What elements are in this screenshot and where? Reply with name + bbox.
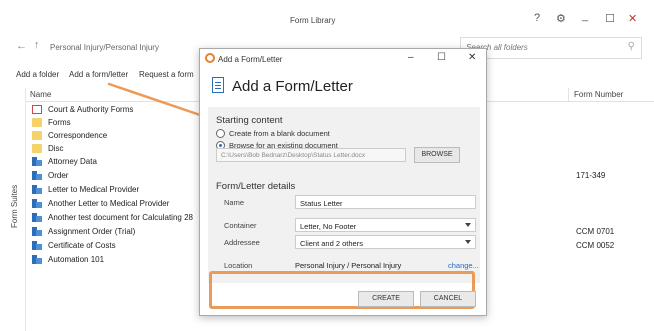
list-item-label: Another Letter to Medical Provider bbox=[48, 199, 170, 208]
minimize-button[interactable]: _ bbox=[582, 10, 588, 22]
list-item-label: Another test document for Calculating 28 bbox=[48, 213, 193, 222]
dialog-title-bar: Add a Form/Letter – ☐ ✕ bbox=[200, 49, 486, 69]
list-item-label: Assignment Order (Trial) bbox=[48, 227, 136, 236]
dialog-maximize-button[interactable]: ☐ bbox=[437, 52, 446, 63]
document-icon bbox=[32, 241, 42, 250]
close-button[interactable]: ✕ bbox=[628, 12, 637, 25]
column-header-name[interactable]: Name bbox=[30, 90, 51, 99]
dialog-close-button[interactable]: ✕ bbox=[468, 52, 476, 63]
chevron-down-icon[interactable] bbox=[465, 240, 471, 244]
title-bar: Form Library ? ⚙ _ ☐ ✕ bbox=[0, 0, 654, 34]
container-label: Container bbox=[224, 221, 257, 230]
browse-button[interactable]: BROWSE bbox=[414, 147, 460, 163]
location-value: Personal Injury / Personal Injury bbox=[295, 261, 402, 270]
document-icon bbox=[212, 77, 224, 93]
list-item-label: Letter to Medical Provider bbox=[48, 185, 140, 194]
help-icon[interactable]: ? bbox=[534, 12, 540, 24]
document-icon bbox=[32, 185, 42, 194]
list-item-label: Forms bbox=[48, 118, 71, 127]
folder-icon bbox=[32, 144, 42, 153]
folder-icon bbox=[32, 118, 42, 127]
request-form-button[interactable]: Request a form bbox=[139, 70, 194, 79]
list-item-label: Order bbox=[48, 171, 69, 180]
radio-circle-icon[interactable] bbox=[216, 129, 225, 138]
folder-icon bbox=[32, 131, 42, 140]
name-label: Name bbox=[224, 198, 245, 207]
column-divider bbox=[568, 88, 569, 102]
list-item-label: Correspondence bbox=[48, 131, 108, 140]
list-item-label: Automation 101 bbox=[48, 255, 105, 264]
document-icon bbox=[32, 199, 42, 208]
location-label: Location bbox=[224, 261, 253, 270]
list-item-form-number: CCM 0701 bbox=[576, 227, 615, 236]
back-arrow-icon[interactable]: ← bbox=[16, 40, 27, 52]
dialog-minimize-button[interactable]: – bbox=[408, 52, 414, 63]
document-icon bbox=[32, 157, 42, 166]
add-form-letter-dialog: Add a Form/Letter – ☐ ✕ Add a Form/Lette… bbox=[199, 48, 487, 316]
container-value: Letter, No Footer bbox=[300, 222, 357, 231]
column-header-form-number[interactable]: Form Number bbox=[574, 90, 623, 99]
addressee-label: Addressee bbox=[224, 238, 260, 247]
document-icon bbox=[32, 213, 42, 222]
search-input[interactable] bbox=[466, 43, 616, 52]
form-suites-tab[interactable]: Form Suites bbox=[10, 185, 19, 228]
side-divider bbox=[25, 88, 26, 331]
starting-content-heading: Starting content bbox=[216, 115, 283, 126]
court-icon bbox=[32, 105, 42, 114]
list-item-label: Certificate of Costs bbox=[48, 241, 116, 250]
gear-icon[interactable]: ⚙ bbox=[556, 12, 566, 25]
up-arrow-icon[interactable]: ↑ bbox=[34, 39, 40, 51]
list-item-form-number: 171-349 bbox=[576, 171, 606, 180]
container-select[interactable]: Letter, No Footer bbox=[295, 218, 476, 232]
breadcrumb[interactable]: Personal Injury/Personal Injury bbox=[50, 43, 159, 52]
dialog-window-title: Add a Form/Letter bbox=[218, 55, 283, 64]
chevron-down-icon[interactable] bbox=[465, 223, 471, 227]
file-path-field: C:\Users\Bob Bednarz\Desktop\Status Lett… bbox=[216, 148, 406, 162]
details-heading: Form/Letter details bbox=[216, 181, 296, 192]
add-form-letter-button[interactable]: Add a form/letter bbox=[69, 70, 128, 79]
name-field[interactable]: Status Letter bbox=[295, 195, 476, 209]
add-folder-button[interactable]: Add a folder bbox=[16, 70, 59, 79]
document-icon bbox=[32, 171, 42, 180]
document-icon bbox=[32, 227, 42, 236]
list-item-form-number: CCM 0052 bbox=[576, 241, 615, 250]
change-location-link[interactable]: change... bbox=[448, 261, 479, 270]
create-button[interactable]: CREATE bbox=[358, 291, 414, 307]
list-item-label: Court & Authority Forms bbox=[48, 105, 134, 114]
window-title: Form Library bbox=[290, 16, 336, 25]
addressee-select[interactable]: Client and 2 others bbox=[295, 235, 476, 249]
list-item-label: Disc bbox=[48, 144, 64, 153]
document-icon bbox=[32, 255, 42, 264]
radio-label: Create from a blank document bbox=[229, 129, 330, 138]
cancel-button[interactable]: CANCEL bbox=[420, 291, 476, 307]
search-box[interactable]: ⚲ bbox=[460, 37, 642, 59]
search-icon[interactable]: ⚲ bbox=[628, 41, 635, 52]
maximize-button[interactable]: ☐ bbox=[605, 12, 615, 25]
addressee-value: Client and 2 others bbox=[300, 239, 363, 248]
dialog-body: Starting content Create from a blank doc… bbox=[208, 107, 480, 283]
dialog-heading-text: Add a Form/Letter bbox=[232, 78, 353, 95]
list-item-label: Attorney Data bbox=[48, 157, 97, 166]
app-logo-icon bbox=[205, 53, 215, 63]
